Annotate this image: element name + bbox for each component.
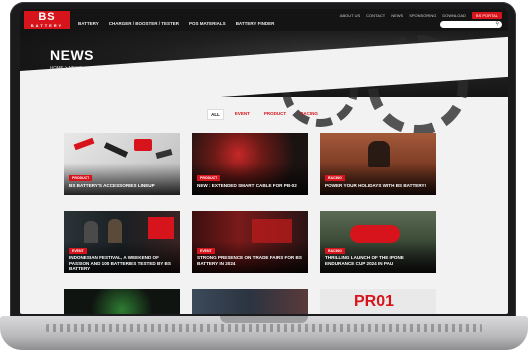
util-contact[interactable]: CONTACT	[366, 13, 385, 18]
top-header: BS BATTERY BATTERY CHARGER / BOOSTER / T…	[20, 9, 508, 31]
filter-event[interactable]: EVENT	[232, 109, 253, 120]
card-title: INDONESIAN FESTIVAL, A WEEKEND OF PASSIO…	[69, 255, 171, 272]
filter-tabs: ALL EVENT PRODUCT RACING	[20, 109, 508, 120]
portal-button[interactable]: BS PORTAL	[471, 12, 502, 19]
news-card[interactable]: EVENT STRONG PRESENCE ON TRADE FAIRS FOR…	[192, 211, 308, 273]
card-title: STRONG PRESENCE ON TRADE FAIRS FOR BS BA…	[197, 255, 302, 266]
page-title: NEWS	[50, 47, 94, 63]
card-title: NEW : EXTENDED SMART CABLE FOR PB-02	[197, 183, 297, 188]
nav-pos-materials[interactable]: POS MATERIALS	[189, 21, 226, 26]
card-image	[192, 289, 308, 314]
logo-sub: BATTERY	[30, 23, 64, 28]
card-badge: PRODUCT	[197, 175, 221, 181]
card-title: THRILLING LAUNCH OF THE IPONE ENDURANCE …	[325, 255, 404, 266]
filter-product[interactable]: PRODUCT	[261, 109, 289, 120]
main-nav: BATTERY CHARGER / BOOSTER / TESTER POS M…	[78, 21, 274, 26]
search-input[interactable]: ⚲	[440, 21, 502, 28]
util-about[interactable]: ABOUT US	[340, 13, 360, 18]
keyboard-strip	[46, 324, 482, 332]
news-card[interactable]: PRODUCT NEW : EXTENDED SMART CABLE FOR P…	[192, 133, 308, 195]
laptop-notch	[220, 316, 308, 323]
news-card[interactable]: EVENT INDONESIAN FESTIVAL, A WEEKEND OF …	[64, 211, 180, 273]
card-title: PR01	[354, 293, 395, 310]
news-card[interactable]: PRODUCT BS BATTERY'S ACCESSORIES LINEUP	[64, 133, 180, 195]
util-sponsoring[interactable]: SPONSORING	[409, 13, 436, 18]
nav-battery-finder[interactable]: BATTERY FINDER	[236, 21, 275, 26]
util-news[interactable]: NEWS	[391, 13, 403, 18]
utility-nav: ABOUT US CONTACT NEWS SPONSORING DOWNLOA…	[340, 12, 502, 19]
news-card[interactable]: RACING THRILLING LAUNCH OF THE IPONE END…	[320, 211, 436, 273]
util-download[interactable]: DOWNLOAD	[442, 13, 466, 18]
search-icon[interactable]: ⚲	[495, 21, 499, 27]
card-badge: EVENT	[197, 248, 215, 254]
news-card[interactable]	[64, 289, 180, 314]
nav-charger[interactable]: CHARGER / BOOSTER / TESTER	[109, 21, 179, 26]
card-badge: EVENT	[69, 248, 87, 254]
card-badge: RACING	[325, 175, 345, 181]
news-card[interactable]	[192, 289, 308, 314]
card-badge: RACING	[325, 248, 345, 254]
logo-main: BS	[38, 11, 56, 23]
filter-all[interactable]: ALL	[207, 109, 224, 120]
news-card[interactable]: PR01	[320, 289, 436, 314]
news-card[interactable]: RACING POWER YOUR HOLIDAYS WITH BS BATTE…	[320, 133, 436, 195]
card-title: POWER YOUR HOLIDAYS WITH BS BATTERY!	[325, 183, 427, 188]
card-image	[64, 289, 180, 314]
brand-logo[interactable]: BS BATTERY	[24, 11, 70, 29]
filter-racing[interactable]: RACING	[297, 109, 321, 120]
card-badge: PRODUCT	[69, 175, 93, 181]
nav-battery[interactable]: BATTERY	[78, 21, 99, 26]
screen: BS BATTERY BATTERY CHARGER / BOOSTER / T…	[20, 9, 508, 314]
card-title: BS BATTERY'S ACCESSORIES LINEUP	[69, 183, 155, 188]
